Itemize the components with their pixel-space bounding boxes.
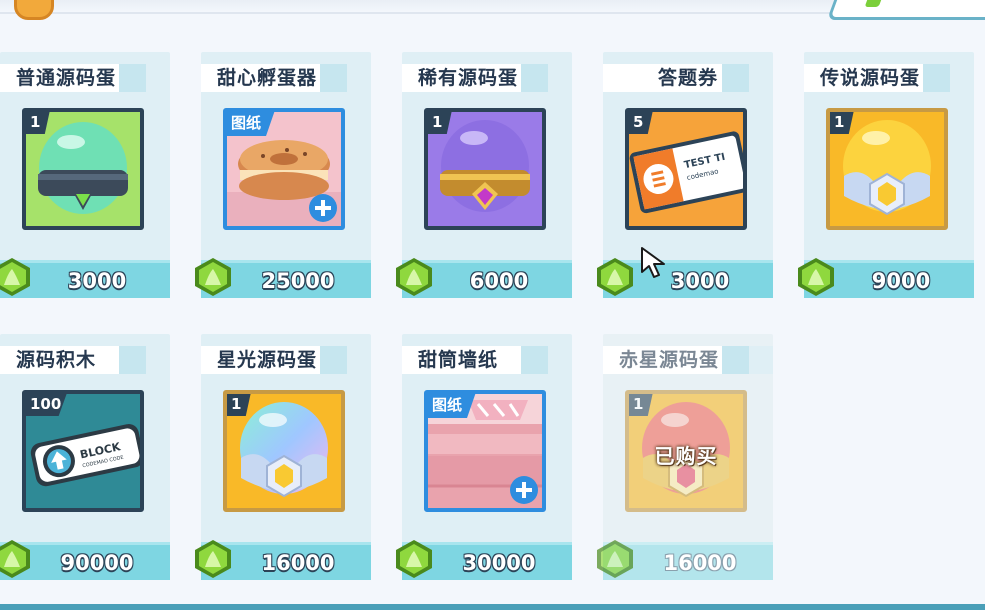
item-name: 甜心孵蛋器 <box>201 64 371 92</box>
price-value: 16000 <box>663 551 737 575</box>
price-bar[interactable]: 90000 <box>0 540 170 580</box>
shop-item-card[interactable]: 源码积木 100 BLOCK CODEMAO CODE 90000 <box>0 334 170 580</box>
item-image: 5 TEST TI codemao <box>625 108 747 230</box>
purchased-label: 已购买 <box>654 444 718 468</box>
price-value: 16000 <box>261 551 335 575</box>
item-name: 源码积木 <box>0 346 170 374</box>
item-image: 1 <box>826 108 948 230</box>
price-value: 25000 <box>261 269 335 293</box>
back-button-deco[interactable] <box>14 0 54 20</box>
shop-item-card[interactable]: 普通源码蛋 1 3000 <box>0 52 170 298</box>
item-name: 甜筒墙纸 <box>402 346 572 374</box>
gem-icon <box>396 258 432 296</box>
shop-item-card[interactable]: 传说源码蛋 1 9000 <box>798 52 974 298</box>
gem-icon <box>0 258 30 296</box>
shop-item-card[interactable]: 稀有源码蛋 1 6000 <box>396 52 572 298</box>
gem-icon <box>597 258 633 296</box>
price-bar[interactable]: 3000 <box>0 258 170 298</box>
price-bar[interactable]: 3000 <box>597 258 773 298</box>
price-value: 6000 <box>469 269 529 293</box>
price-value: 9000 <box>871 269 931 293</box>
shop-item-card[interactable]: 星光源码蛋 1 16000 <box>195 334 371 580</box>
price-value: 3000 <box>67 269 127 293</box>
item-name: 稀有源码蛋 <box>402 64 572 92</box>
item-image: 1 <box>424 108 546 230</box>
shop-item-card-purchased[interactable]: 赤星源码蛋 1 已购买 16000 <box>597 334 773 580</box>
item-name: 普通源码蛋 <box>0 64 170 92</box>
mouse-cursor-icon <box>641 247 665 278</box>
gem-icon <box>597 540 633 578</box>
item-image: 1 <box>22 108 144 230</box>
shop-item-card[interactable]: 甜心孵蛋器 图纸 25000 <box>195 52 371 298</box>
price-bar[interactable]: 16000 <box>195 540 371 580</box>
gem-icon <box>195 258 231 296</box>
price-bar[interactable]: 30000 <box>396 540 572 580</box>
gem-icon <box>798 258 834 296</box>
price-value: 90000 <box>60 551 134 575</box>
item-image: 图纸 <box>424 390 546 512</box>
price-bar[interactable]: 9000 <box>798 258 974 298</box>
price-bar[interactable]: 6000 <box>396 258 572 298</box>
gem-icon <box>195 540 231 578</box>
shop-item-card[interactable]: 甜筒墙纸 图纸 30000 <box>396 334 572 580</box>
item-name: 答题券 <box>603 64 773 92</box>
item-name: 赤星源码蛋 <box>603 346 773 374</box>
gem-icon <box>396 540 432 578</box>
currency-panel <box>826 0 985 20</box>
price-value: 30000 <box>462 551 536 575</box>
item-image: 100 BLOCK CODEMAO CODE <box>22 390 144 512</box>
bottom-bar <box>0 604 985 610</box>
item-name: 星光源码蛋 <box>201 346 371 374</box>
item-image: 图纸 <box>223 108 345 230</box>
shop-item-card[interactable]: 答题券 5 TEST TI codemao 3000 <box>597 52 773 298</box>
price-bar[interactable]: 25000 <box>195 258 371 298</box>
item-name: 传说源码蛋 <box>804 64 974 92</box>
gem-icon <box>0 540 30 578</box>
item-image: 1 <box>223 390 345 512</box>
price-bar: 16000 <box>597 540 773 580</box>
